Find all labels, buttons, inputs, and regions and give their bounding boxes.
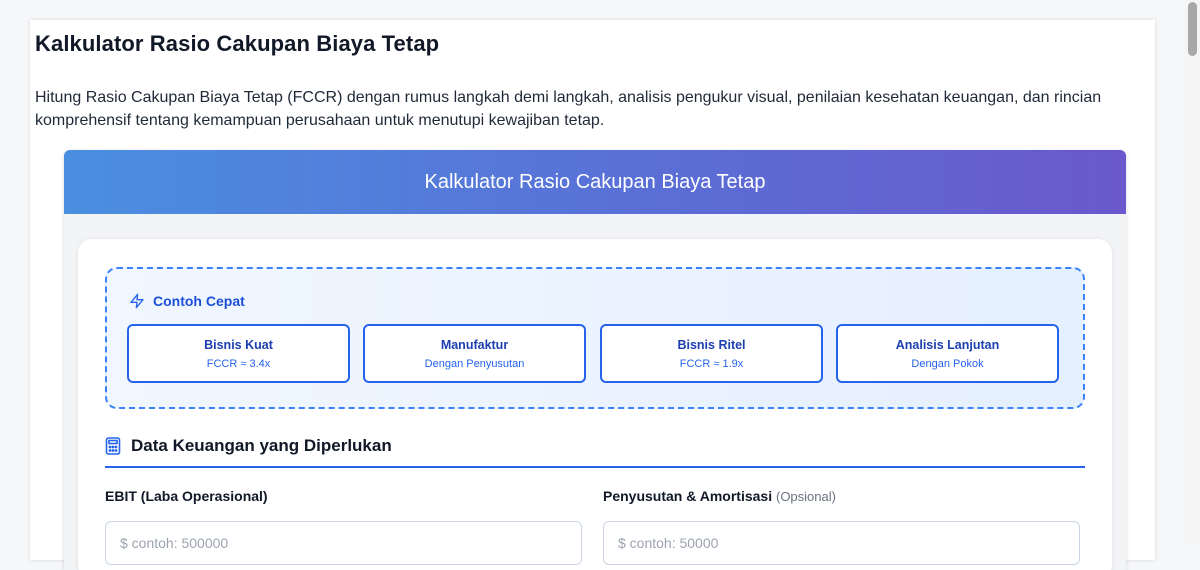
example-name: Bisnis Kuat xyxy=(204,338,273,352)
ebit-label-text: EBIT (Laba Operasional) xyxy=(105,488,268,504)
quick-examples-label: Contoh Cepat xyxy=(153,293,245,309)
lightning-icon xyxy=(130,293,144,309)
depreciation-label-text: Penyusutan & Amortisasi xyxy=(603,488,773,504)
example-sub: FCCR ≈ 1.9x xyxy=(679,358,744,370)
optional-tag: (Opsional) xyxy=(775,489,836,504)
ebit-label: EBIT (Laba Operasional) xyxy=(105,488,268,504)
section-header: Data Keuangan yang Diperlukan xyxy=(105,431,1085,468)
example-analisis-lanjutan-button[interactable]: Analisis Lanjutan Dengan Pokok xyxy=(836,324,1059,383)
example-name: Analisis Lanjutan xyxy=(895,338,1000,352)
example-sub: FCCR ≈ 3.4x xyxy=(206,358,271,370)
example-manufaktur-button[interactable]: Manufaktur Dengan Penyusutan xyxy=(363,324,586,383)
calculator-card: Contoh Cepat Bisnis Kuat FCCR ≈ 3.4x Man… xyxy=(78,239,1112,570)
page-title: Kalkulator Rasio Cakupan Biaya Tetap xyxy=(35,31,440,56)
quick-examples-title: Contoh Cepat xyxy=(129,291,245,311)
calculator-icon xyxy=(105,437,121,455)
example-bisnis-kuat-button[interactable]: Bisnis Kuat FCCR ≈ 3.4x xyxy=(127,324,350,383)
depreciation-placeholder: $ contoh: 50000 xyxy=(618,535,719,551)
scrollbar-thumb[interactable] xyxy=(1188,2,1197,56)
example-bisnis-ritel-button[interactable]: Bisnis Ritel FCCR ≈ 1.9x xyxy=(600,324,823,383)
example-name: Bisnis Ritel xyxy=(677,338,746,352)
scrollbar[interactable] xyxy=(1185,0,1200,543)
quick-examples: Contoh Cepat Bisnis Kuat FCCR ≈ 3.4x Man… xyxy=(105,267,1085,409)
example-name: Manufaktur xyxy=(440,338,509,352)
calculator-header: Kalkulator Rasio Cakupan Biaya Tetap xyxy=(64,150,1126,214)
ebit-placeholder: $ contoh: 500000 xyxy=(120,535,229,551)
depreciation-input[interactable]: $ contoh: 50000 xyxy=(603,521,1080,565)
intro-text: Hitung Rasio Cakupan Biaya Tetap (FCCR) … xyxy=(35,89,1102,129)
ebit-input[interactable]: $ contoh: 500000 xyxy=(105,521,582,565)
depreciation-label: Penyusutan & Amortisasi (Opsional) xyxy=(603,488,836,504)
example-sub: Dengan Penyusutan xyxy=(424,358,525,370)
calculator-panel: Kalkulator Rasio Cakupan Biaya Tetap Con… xyxy=(64,150,1126,570)
example-sub: Dengan Pokok xyxy=(911,358,984,370)
section-title: Data Keuangan yang Diperlukan xyxy=(131,436,392,455)
page-container: Kalkulator Rasio Cakupan Biaya Tetap Hit… xyxy=(30,20,1155,570)
